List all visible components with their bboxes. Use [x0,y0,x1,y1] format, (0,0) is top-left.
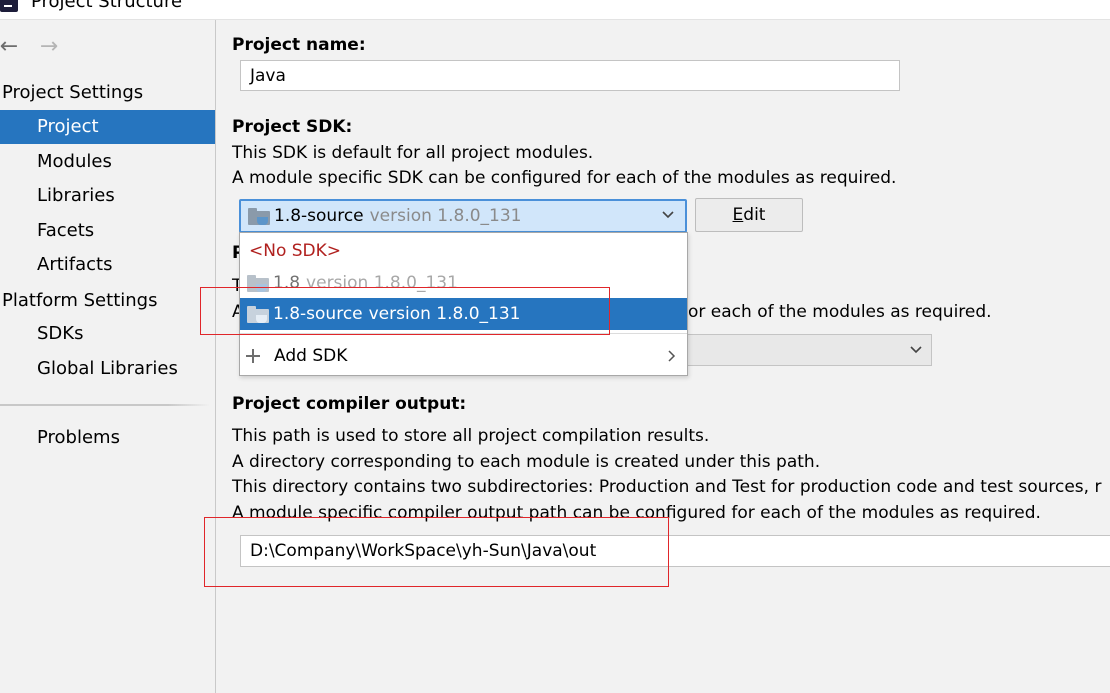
sidebar-item-artifacts[interactable]: Artifacts [0,248,215,282]
sdk-option-version: version 1.8.0_131 [368,304,521,324]
add-sdk-menu-item[interactable]: Add SDK [240,340,687,372]
platform-settings-header: Platform Settings [2,290,158,311]
project-structure-dialog: Project Structure ← → Project Settings P… [0,0,1110,693]
compiler-output-path-field[interactable]: D:\Company\WorkSpace\yh-Sun\Java\out [240,535,1110,567]
project-name-field[interactable]: Java [240,60,900,91]
chevron-down-icon [910,346,922,354]
language-level-desc-2-suffix: or each of the modules as required. [688,302,992,322]
plus-icon [246,349,260,363]
project-settings-header: Project Settings [2,82,144,103]
jdk-folder-icon [247,305,269,323]
window-title: Project Structure [31,0,183,12]
sdk-option-1-8[interactable]: 1.8 version 1.8.0_131 [240,267,687,299]
sidebar-item-global-libraries[interactable]: Global Libraries [0,352,215,386]
sdk-option-no-sdk[interactable]: <No SDK> [240,235,687,267]
compiler-description-line-2: A directory corresponding to each module… [232,452,821,472]
sdk-option-version: version 1.8.0_131 [306,273,458,293]
chevron-right-icon [668,350,676,362]
popup-separator [240,333,687,334]
project-name-label: Project name: [232,35,366,55]
edit-label-rest: dit [743,205,766,225]
compiler-description-line-1: This path is used to store all project c… [232,426,710,446]
sidebar: ← → Project Settings Project Modules Lib… [0,20,216,693]
project-sdk-combobox[interactable]: 1.8-source version 1.8.0_131 [239,199,687,233]
sdk-combo-name: 1.8-source [274,206,364,226]
sdk-option-name: 1.8-source [273,304,363,324]
sdk-option-name: 1.8 [273,273,301,293]
sidebar-item-sdks[interactable]: SDKs [0,317,215,351]
chevron-down-icon [662,211,674,219]
intellij-app-icon [0,0,18,12]
title-bar: Project Structure [0,0,1110,20]
compiler-output-label: Project compiler output: [232,394,467,414]
arrow-right-icon[interactable]: → [36,32,62,62]
sdk-combo-version: version 1.8.0_131 [369,206,522,226]
sdk-description-line-2: A module specific SDK can be configured … [232,168,897,188]
arrow-left-icon[interactable]: ← [0,32,22,62]
sdk-description-line-1: This SDK is default for all project modu… [232,143,594,163]
sdk-dropdown-popup: <No SDK> 1.8 version 1.8.0_131 1.8-sourc… [239,232,688,376]
compiler-description-line-3: This directory contains two subdirectori… [232,477,1102,497]
language-level-combobox[interactable] [687,334,932,366]
sidebar-item-project[interactable]: Project [0,110,215,144]
sidebar-item-modules[interactable]: Modules [0,145,215,179]
sidebar-divider [0,404,210,406]
jdk-folder-icon [248,207,270,225]
sidebar-item-facets[interactable]: Facets [0,214,215,248]
compiler-description-line-4: A module specific compiler output path c… [232,503,1041,523]
jdk-folder-icon [247,274,269,292]
edit-sdk-button[interactable]: Edit [695,198,803,232]
main-panel: Project name: Java Project SDK: This SDK… [217,20,1110,693]
sidebar-item-problems[interactable]: Problems [0,421,215,455]
sidebar-item-libraries[interactable]: Libraries [0,179,215,213]
sdk-option-1-8-source[interactable]: 1.8-source version 1.8.0_131 [240,298,687,330]
add-sdk-label: Add SDK [274,346,348,366]
edit-mnemonic: E [732,205,744,225]
project-sdk-label: Project SDK: [232,117,353,137]
